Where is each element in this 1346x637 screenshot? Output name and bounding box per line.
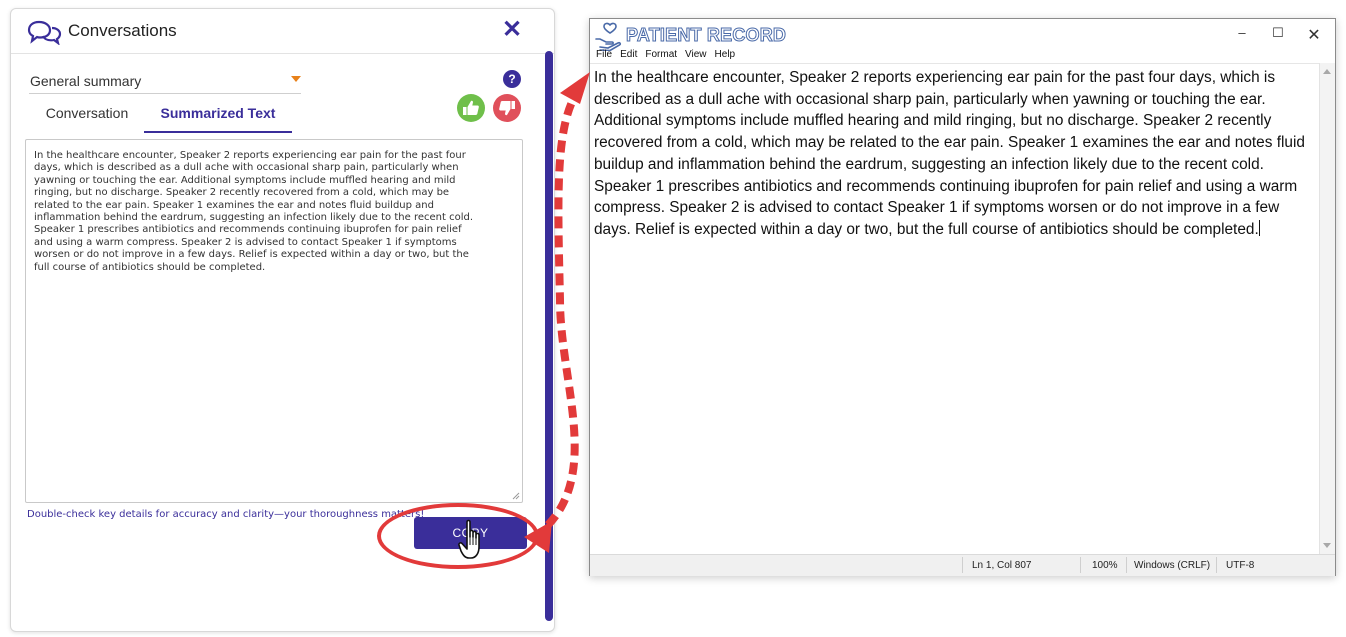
panel-scrollbar[interactable]	[545, 51, 553, 621]
window-title: PATIENT RECORD	[625, 25, 787, 46]
menu-file[interactable]: File	[596, 49, 612, 60]
menu-format[interactable]: Format	[645, 49, 677, 60]
close-icon[interactable]: ✕	[500, 16, 524, 44]
status-divider	[1216, 557, 1217, 573]
editor-text-content: In the healthcare encounter, Speaker 2 r…	[594, 69, 1305, 238]
menu-view[interactable]: View	[685, 49, 707, 60]
maximize-icon[interactable]: ☐	[1266, 25, 1290, 45]
window-close-icon[interactable]: ✕	[1302, 25, 1326, 45]
thumbs-up-button[interactable]	[457, 94, 485, 122]
status-zoom: 100%	[1092, 560, 1118, 571]
status-bar: Ln 1, Col 807 100% Windows (CRLF) UTF-8	[590, 554, 1335, 576]
summary-type-select[interactable]: General summary	[29, 71, 301, 94]
menu-bar: File Edit Format View Help	[596, 49, 743, 60]
arrowhead-to-notepad-icon	[560, 72, 590, 104]
text-editor[interactable]: In the healthcare encounter, Speaker 2 r…	[590, 63, 1320, 554]
panel-title: Conversations	[68, 21, 177, 40]
conversations-header: Conversations ✕	[11, 9, 554, 54]
text-caret	[1258, 219, 1260, 236]
status-position: Ln 1, Col 807	[972, 560, 1032, 571]
editor-text: In the healthcare encounter, Speaker 2 r…	[594, 67, 1312, 241]
scroll-up-icon[interactable]	[1323, 69, 1331, 74]
menu-edit[interactable]: Edit	[620, 49, 637, 60]
thumbs-down-button[interactable]	[493, 94, 521, 122]
status-divider	[1080, 557, 1081, 573]
thumbs-down-icon	[499, 101, 515, 116]
status-divider	[1126, 557, 1127, 573]
help-icon[interactable]: ?	[503, 70, 521, 88]
thumbs-up-icon	[463, 100, 479, 115]
notepad-window: PATIENT RECORD – ☐ ✕ File Edit Format Vi…	[589, 18, 1336, 576]
summary-textarea[interactable]: In the healthcare encounter, Speaker 2 r…	[25, 139, 523, 503]
summary-text: In the healthcare encounter, Speaker 2 r…	[34, 150, 473, 273]
tab-conversation[interactable]: Conversation	[29, 104, 145, 131]
tab-summarized-text[interactable]: Summarized Text	[144, 104, 292, 133]
hand-heart-logo-icon	[595, 22, 622, 51]
caret-down-icon	[291, 76, 301, 82]
hand-pointer-icon	[458, 519, 480, 559]
status-divider	[962, 557, 963, 573]
vertical-scrollbar[interactable]	[1319, 63, 1335, 554]
scroll-down-icon[interactable]	[1323, 543, 1331, 548]
chat-bubbles-icon	[27, 20, 62, 45]
resize-grip-icon[interactable]	[512, 492, 520, 500]
status-line-ending: Windows (CRLF)	[1134, 560, 1211, 571]
summary-type-value: General summary	[30, 73, 142, 89]
status-encoding: UTF-8	[1226, 560, 1255, 571]
minimize-icon[interactable]: –	[1230, 25, 1254, 45]
menu-help[interactable]: Help	[715, 49, 736, 60]
accuracy-tip: Double-check key details for accuracy an…	[27, 509, 425, 520]
